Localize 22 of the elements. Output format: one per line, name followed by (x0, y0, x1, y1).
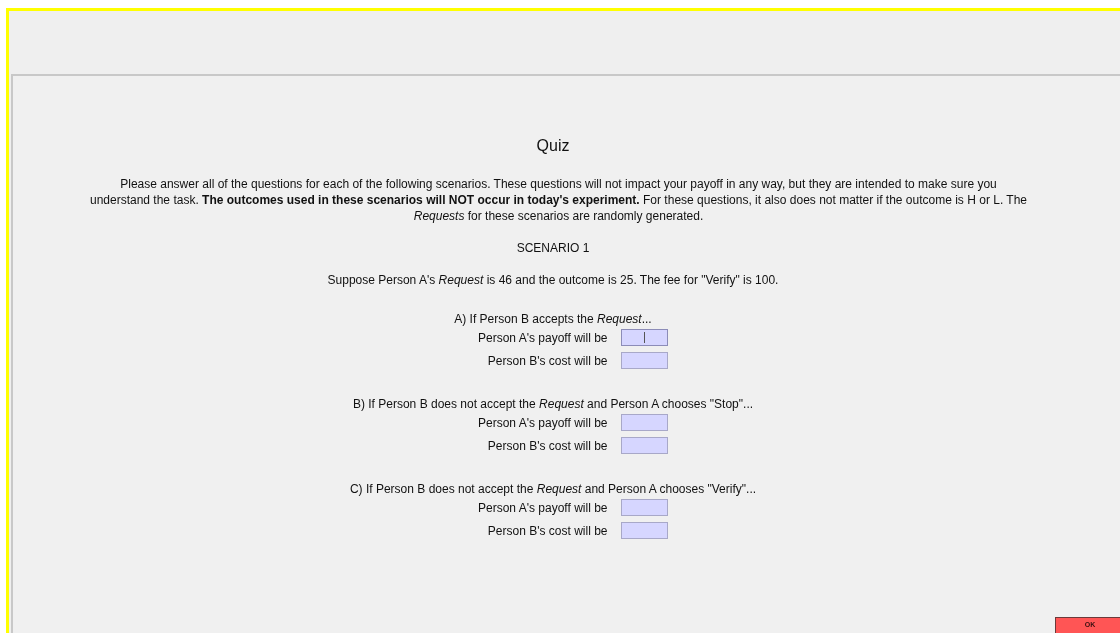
field-label: Person A's payoff will be (477, 414, 608, 431)
intro-text: understand the task. The outcomes used in these scenarios will NOT occur in today's experiment. For these questions, it also does not matter if the outcome is H or L. The (90, 192, 1027, 208)
field-label: Person B's cost will be (486, 437, 608, 454)
field-label: Person A's payoff will be (477, 499, 608, 516)
field-label: Person B's cost will be (486, 522, 608, 539)
answer-field[interactable] (621, 499, 669, 516)
answer-field[interactable] (621, 437, 669, 454)
scenario-description: Suppose Person A's Request is 46 and the outcome is 25. The fee for "Verify" is 100. (327, 272, 779, 288)
question-prompt: B) If Person B does not accept the Request and Person A chooses "Stop"... (352, 396, 754, 412)
answer-field[interactable] (621, 352, 669, 369)
field-label: Person A's payoff will be (477, 329, 608, 346)
intro-text: Please answer all of the questions for each of the following scenarios. These questions will not impact your payoff in any way, but they are intended to make sure you (120, 176, 997, 192)
answer-field[interactable] (621, 522, 669, 539)
question-prompt: C) If Person B does not accept the Request and Person A chooses "Verify"... (349, 481, 757, 497)
scenario-heading: SCENARIO 1 (516, 240, 590, 256)
quiz-title: Quiz (536, 136, 570, 156)
field-label: Person B's cost will be (486, 352, 608, 369)
question-prompt: A) If Person B accepts the Request... (454, 311, 652, 327)
answer-field[interactable] (621, 329, 669, 346)
answer-field[interactable] (621, 414, 669, 431)
text-caret-icon (644, 332, 646, 343)
intro-text: Requests for these scenarios are randomly generated. (413, 208, 704, 224)
